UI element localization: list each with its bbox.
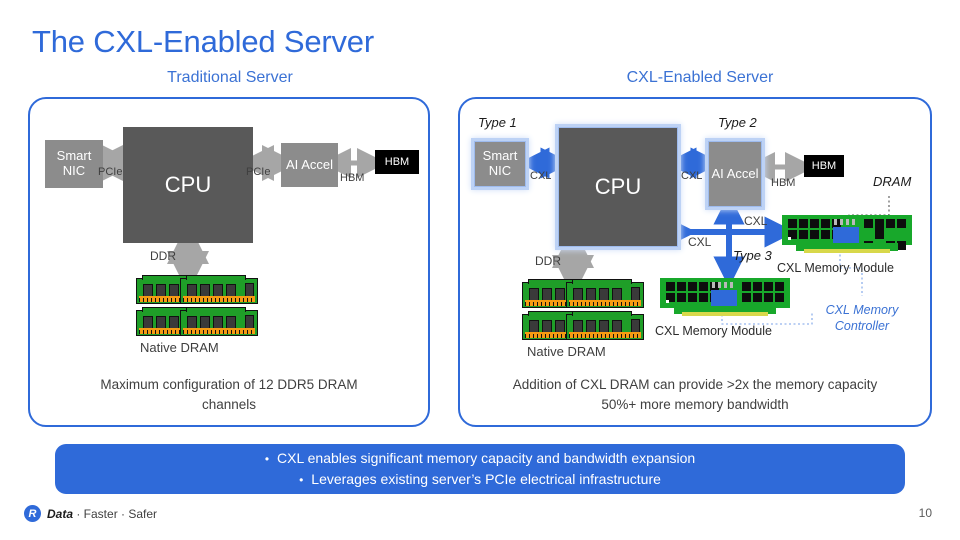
cxl-memory-module-upper: [782, 215, 912, 255]
right-hbm-block: HBM: [804, 155, 844, 177]
right-panel-footer: Addition of CXL DRAM can provide >2x the…: [466, 375, 924, 414]
dimm: [180, 275, 258, 304]
controller-callout-line-2: Controller: [834, 318, 890, 333]
page-number: 10: [918, 506, 932, 520]
right-link-label-nic-cpu: CXL: [530, 170, 552, 182]
left-smart-nic-label-1: Smart: [56, 148, 92, 164]
banner-line-1: • CXL enables significant memory capacity…: [265, 448, 695, 469]
summary-banner: • CXL enables significant memory capacity…: [55, 444, 905, 494]
dimm: [180, 307, 258, 336]
left-link-label-nic-cpu: PCIe: [98, 166, 123, 178]
right-panel-caption: CXL-Enabled Server: [626, 69, 774, 86]
right-footer-line-2: 50%+ more memory bandwidth: [601, 396, 789, 412]
brand-logo: R Data · Faster · Safer: [24, 505, 157, 522]
cxl-memory-module-label-upper: CXL Memory Module: [777, 261, 894, 275]
left-native-dram-group: [136, 272, 258, 336]
dram-callout-label: DRAM: [873, 174, 912, 189]
right-cpu-block: CPU: [558, 127, 678, 247]
page-title: The CXL-Enabled Server: [32, 24, 374, 59]
right-smart-nic-label-2: NIC: [488, 163, 512, 178]
right-native-dram-group: [522, 276, 644, 340]
left-footer-line-1: Maximum configuration of 12 DDR5 DRAM: [100, 377, 358, 392]
cxl-memory-controller-callout: CXL Memory Controller: [812, 303, 912, 334]
cxl-memory-controller-chip-lower: [711, 290, 737, 313]
logo-brand-word: Data: [47, 506, 74, 521]
right-ai-accel-label: AI Accel: [711, 165, 759, 181]
right-footer-line-1: Addition of CXL DRAM can provide >2x the…: [512, 377, 878, 392]
right-link-label-accel-hbm: HBM: [771, 177, 796, 189]
left-native-dram-label: Native DRAM: [140, 340, 219, 355]
left-ai-accel-label: AI Accel: [286, 156, 333, 172]
cxl-memory-controller-chip-upper: [833, 227, 859, 250]
right-ai-accel-block: AI Accel: [708, 141, 762, 207]
left-panel-caption: Traditional Server: [167, 69, 293, 86]
banner-line-2: • Leverages existing server’s PCIe electr…: [299, 469, 661, 490]
cxl-memory-module-label-lower: CXL Memory Module: [655, 324, 772, 338]
controller-callout-line-1: CXL Memory: [825, 303, 899, 317]
cxl-label-to-upper-module: CXL: [744, 214, 768, 228]
right-cpu-label: CPU: [594, 173, 642, 199]
bullet-icon: •: [299, 473, 304, 487]
banner-text-1: CXL enables significant memory capacity …: [277, 450, 696, 466]
right-native-dram-label: Native DRAM: [527, 344, 606, 359]
right-link-label-cpu-dram: DDR: [535, 254, 561, 268]
dimm: [566, 279, 644, 308]
dimm: [566, 311, 644, 340]
left-smart-nic-label-2: NIC: [62, 163, 86, 178]
left-cpu-label: CPU: [164, 171, 212, 197]
left-cpu-block: CPU: [123, 127, 253, 243]
left-footer-line-2: channels: [201, 396, 257, 412]
type-2-label: Type 2: [718, 115, 757, 130]
left-smart-nic-block: Smart NIC: [45, 140, 103, 188]
right-smart-nic-label-1: Smart: [482, 148, 518, 164]
right-link-label-cpu-accel: CXL: [681, 170, 703, 182]
right-hbm-label: HBM: [811, 159, 837, 172]
left-hbm-label: HBM: [384, 155, 410, 168]
cxl-label-to-cpu: CXL: [688, 235, 712, 249]
logo-tagline: Data · Faster · Safer: [47, 507, 157, 521]
left-link-label-cpu-accel: PCIe: [246, 166, 271, 178]
cxl-memory-module-lower: [660, 278, 790, 318]
left-hbm-block: HBM: [375, 150, 419, 174]
left-link-label-accel-hbm: HBM: [340, 172, 365, 184]
left-link-label-cpu-dram: DDR: [150, 249, 176, 263]
left-ai-accel-block: AI Accel: [281, 143, 338, 187]
logo-r-icon: R: [24, 505, 41, 522]
right-smart-nic-block: Smart NIC: [474, 141, 526, 187]
banner-text-2: Leverages existing server’s PCIe electri…: [311, 471, 661, 487]
type-1-label: Type 1: [478, 115, 517, 130]
type-3-label: Type 3: [733, 248, 772, 263]
left-panel-footer: Maximum configuration of 12 DDR5 DRAM ch…: [40, 375, 418, 414]
bullet-icon: •: [264, 452, 270, 466]
logo-tagline-rest: · Faster · Safer: [73, 506, 158, 521]
